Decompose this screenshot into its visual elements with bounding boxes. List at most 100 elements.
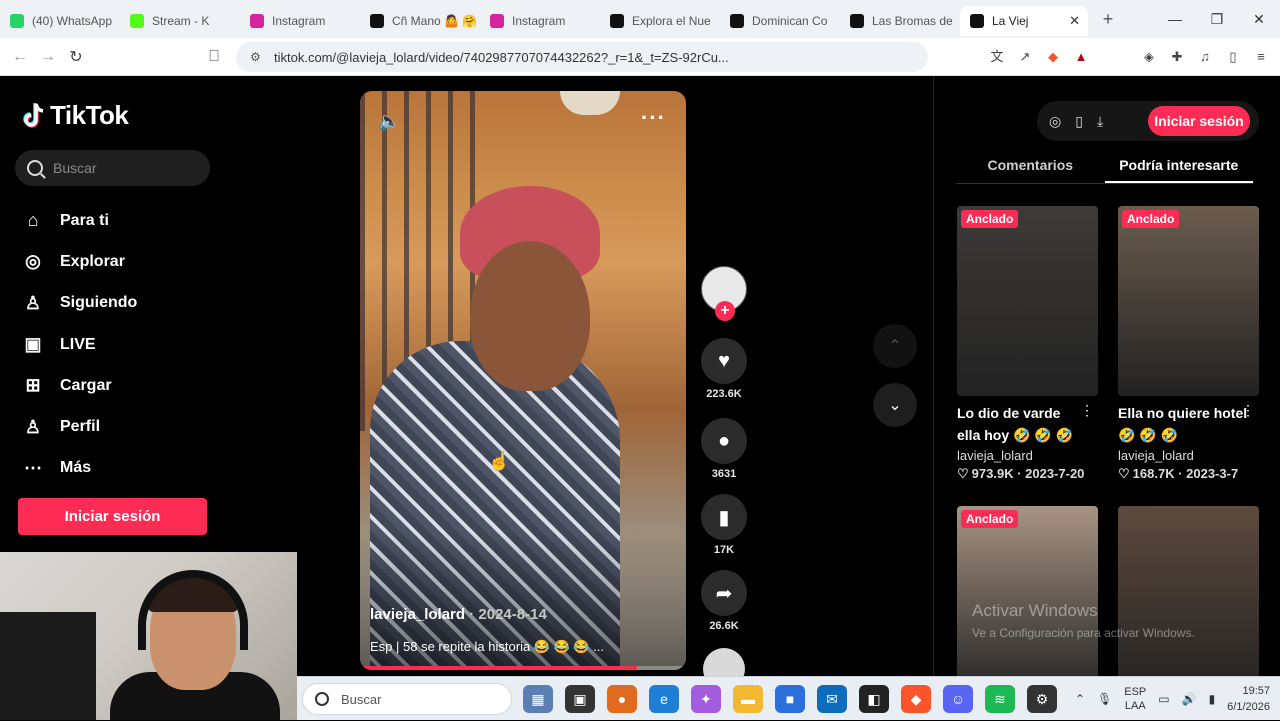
sidebar-icon[interactable]: ▯	[1224, 48, 1242, 66]
extensions-icon[interactable]: ✚	[1168, 48, 1186, 66]
brave-shield-icon[interactable]: ◆	[1044, 48, 1062, 66]
recommended-video-card[interactable]: Anclado Lo dio de varde ella hoy 🤣 🤣 🤣 ⋮ la…	[957, 206, 1098, 482]
widgets-icon[interactable]: ▦	[523, 685, 553, 713]
tiktok-page: TikTok Buscar ⌂ Para ti ◎ Explorar ♙ Siguiend…	[0, 76, 1280, 720]
browser-tab[interactable]: (40) WhatsApp	[0, 6, 120, 36]
card-author[interactable]: lavieja_lolard	[957, 448, 1098, 463]
share-button[interactable]: ➦	[701, 570, 747, 616]
header-login-button[interactable]: Iniciar sesión	[1148, 106, 1250, 136]
device-icon[interactable]: ▯	[1075, 113, 1083, 130]
minimize-button[interactable]: —	[1154, 11, 1196, 27]
video-thumbnail[interactable]: Anclado	[957, 206, 1098, 396]
taskbar-search[interactable]: Buscar	[302, 683, 512, 715]
app-icon-dark[interactable]: ◧	[859, 685, 889, 713]
save-button[interactable]: ▮	[701, 494, 747, 540]
new-tab-button[interactable]: +	[1094, 9, 1122, 30]
recommended-video-card[interactable]	[1118, 506, 1259, 696]
clock[interactable]: 19:57 6/1/2026	[1227, 683, 1270, 715]
browser-tab[interactable]: Instagram	[480, 6, 600, 36]
microphone-icon[interactable]: 🎙	[1097, 692, 1112, 706]
card-menu-icon[interactable]: ⋮	[1241, 402, 1255, 419]
video-author[interactable]: lavieja_lolard	[370, 606, 465, 623]
forward-button[interactable]: →	[34, 48, 62, 66]
card-author[interactable]: lavieja_lolard	[1118, 448, 1259, 463]
file-explorer-icon[interactable]: ▬	[733, 685, 763, 713]
edge-icon[interactable]: e	[649, 685, 679, 713]
site-info-icon[interactable]: ⚙	[250, 50, 266, 64]
back-button[interactable]: ←	[6, 48, 34, 66]
tab-label: Las Bromas de	[872, 14, 953, 28]
video-description[interactable]: Esp | 58 se repite la historia 😂 😂 😂 ...	[370, 639, 670, 655]
video-person-face	[470, 241, 590, 391]
battery-icon[interactable]: ▮	[1209, 692, 1216, 706]
video-player[interactable]: 🔈 ··· ☝ lavieja_lolard · 2024-8-14 Esp |…	[360, 91, 686, 670]
discord-icon[interactable]: ☺	[943, 685, 973, 713]
menu-icon[interactable]: ≡	[1252, 48, 1270, 66]
author-avatar[interactable]: +	[701, 266, 747, 321]
outlook-icon[interactable]: ✉	[817, 685, 847, 713]
steam-icon[interactable]: ⚙	[1027, 685, 1057, 713]
sidebar-item-para-ti[interactable]: ⌂ Para ti	[20, 200, 137, 241]
bookmark-icon[interactable]: ⎕	[200, 48, 228, 66]
sidebar-item-siguiendo[interactable]: ♙ Siguiendo	[20, 283, 137, 324]
chevron-up-tray-icon[interactable]: ⌃	[1075, 692, 1085, 706]
video-thumbnail[interactable]	[1118, 506, 1259, 696]
rewards-icon[interactable]: ▲	[1072, 48, 1090, 66]
browser-tab[interactable]: Instagram	[240, 6, 360, 36]
store-icon[interactable]: ■	[775, 685, 805, 713]
app-icon-orange[interactable]: ●	[607, 685, 637, 713]
copilot-icon[interactable]: ✦	[691, 685, 721, 713]
search-input[interactable]: Buscar	[15, 150, 210, 186]
close-tab-icon[interactable]: ✕	[1069, 13, 1080, 29]
browser-tab[interactable]: Las Bromas de	[840, 6, 960, 36]
tiktok-logo[interactable]: TikTok	[22, 100, 129, 131]
task-view-icon[interactable]: ▣	[565, 685, 595, 713]
media-icon[interactable]: ♫	[1196, 48, 1214, 66]
card-title[interactable]: Ella no quiere hotel 🤣 🤣 🤣	[1118, 402, 1248, 446]
speaker-icon[interactable]: 🔊	[1182, 692, 1197, 706]
card-date: 2023-7-20	[1025, 466, 1085, 481]
explore-icon[interactable]: ◎	[1049, 113, 1061, 130]
sidebar-item-explorar[interactable]: ◎ Explorar	[20, 241, 137, 282]
volume-icon[interactable]: 🔈	[378, 111, 402, 131]
comment-button[interactable]: ●	[701, 418, 747, 464]
compass-icon: ◎	[25, 251, 41, 272]
close-window-button[interactable]: ✕	[1238, 11, 1280, 28]
browser-tab[interactable]: Dominican Co	[720, 6, 840, 36]
browser-tab[interactable]: Explora el Nue	[600, 6, 720, 36]
previous-video-button[interactable]: ⌃	[873, 324, 917, 368]
url-field[interactable]: ⚙ tiktok.com/@lavieja_lolard/video/74029…	[236, 42, 928, 72]
reload-button[interactable]: ↻	[62, 47, 90, 67]
maximize-button[interactable]: ❐	[1196, 11, 1238, 28]
sidebar-item-live[interactable]: ▣ LIVE	[20, 324, 137, 365]
network-icon[interactable]: ▭	[1158, 692, 1169, 706]
wallet-icon[interactable]: ◈	[1140, 48, 1158, 66]
card-menu-icon[interactable]: ⋮	[1080, 402, 1094, 419]
video-thumbnail[interactable]: Anclado	[1118, 206, 1259, 396]
share-count: 26.6K	[709, 620, 739, 632]
browser-tab[interactable]: Cñ Mano 🤷 🤗	[360, 6, 480, 36]
sidebar-item-perfil[interactable]: ♙ Perfil	[20, 406, 137, 447]
download-icon[interactable]: ⤓	[1097, 113, 1103, 130]
chevron-up-icon: ⌃	[888, 338, 902, 355]
tab-podria-interesarte[interactable]: Podría interesarte	[1104, 154, 1253, 183]
follow-plus-icon[interactable]: +	[715, 301, 735, 321]
translate-icon[interactable]: 文	[988, 48, 1006, 66]
browser-tab[interactable]: La Viej ✕	[960, 6, 1088, 36]
like-button[interactable]: ♥	[701, 338, 747, 384]
browser-tab[interactable]: Stream - K	[120, 6, 240, 36]
video-more-options-icon[interactable]: ···	[641, 105, 666, 131]
sidebar-login-button[interactable]: Iniciar sesión	[18, 498, 207, 535]
sidebar-item-más[interactable]: ⋯ Más	[20, 448, 137, 489]
share-icon[interactable]: ↗	[1016, 48, 1034, 66]
language-indicator[interactable]: ESP LAA	[1124, 685, 1146, 713]
next-video-button[interactable]: ⌄	[873, 383, 917, 427]
save-count: 17K	[713, 544, 735, 556]
brave-browser-icon[interactable]: ◆	[901, 685, 931, 713]
video-progress-bar[interactable]	[360, 666, 686, 670]
card-title[interactable]: Lo dio de varde ella hoy 🤣 🤣 🤣	[957, 402, 1087, 446]
recommended-video-card[interactable]: Anclado Ella no quiere hotel 🤣 🤣 🤣 ⋮ laviej…	[1118, 206, 1259, 482]
tab-comentarios[interactable]: Comentarios	[956, 154, 1105, 183]
spotify-icon[interactable]: ≋	[985, 685, 1015, 713]
sidebar-item-cargar[interactable]: ⊞ Cargar	[20, 365, 137, 406]
